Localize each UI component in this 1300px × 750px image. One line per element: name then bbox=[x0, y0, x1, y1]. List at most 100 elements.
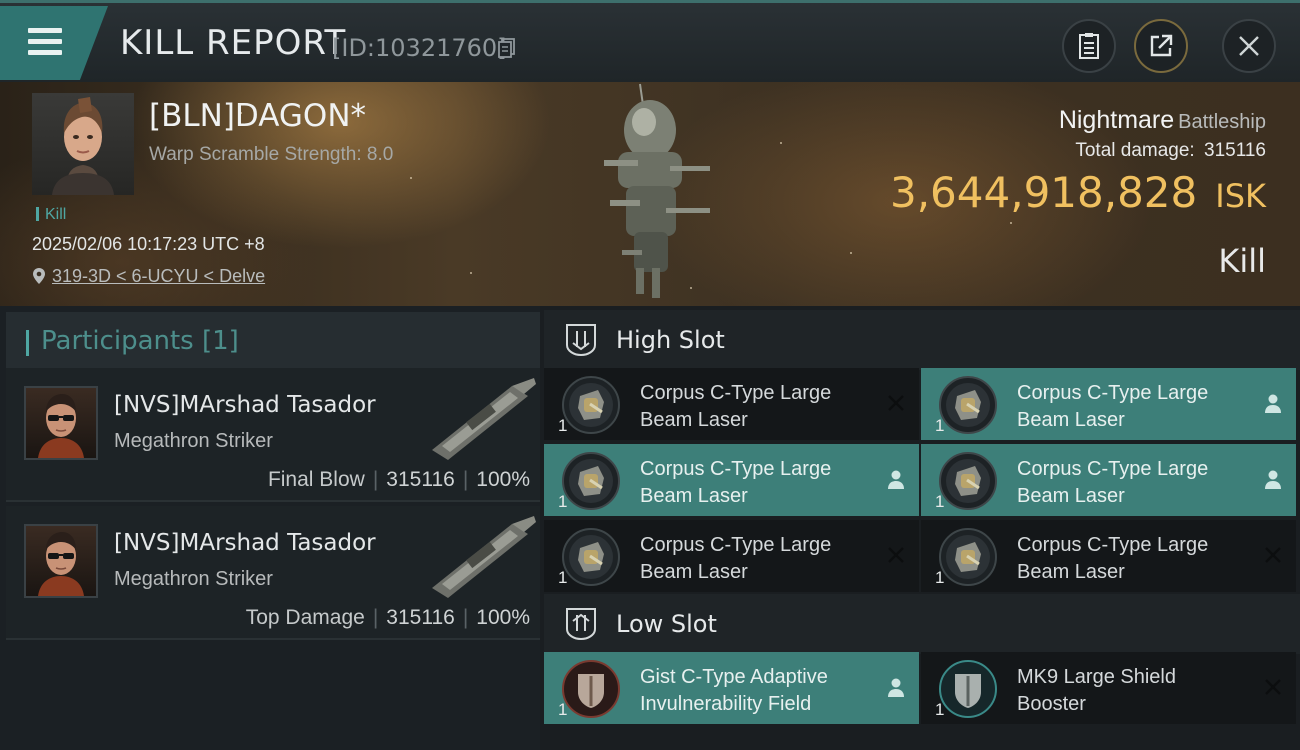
title-bar: KILL REPORT [ID:10321760] bbox=[0, 0, 1300, 82]
isk-unit: ISK bbox=[1215, 177, 1266, 215]
participant-percent: 100% bbox=[476, 606, 530, 629]
module-qty: 1 bbox=[935, 416, 945, 435]
report-id: [ID:10321760] bbox=[332, 34, 507, 62]
slot-icon bbox=[566, 324, 596, 357]
module-tile[interactable]: 1 Corpus C-Type Large Beam Laser bbox=[921, 444, 1296, 516]
weapon-icon bbox=[432, 516, 536, 598]
location-pin-icon bbox=[33, 268, 45, 284]
star bbox=[470, 272, 472, 274]
avatar bbox=[24, 386, 98, 460]
high-slot-header: High Slot bbox=[544, 310, 1300, 370]
kill-datetime: 2025/02/06 10:17:23 UTC +8 bbox=[32, 234, 265, 254]
person-icon bbox=[885, 676, 907, 698]
menu-icon bbox=[28, 28, 62, 33]
high-slot-title: High Slot bbox=[616, 326, 725, 354]
avatar bbox=[52, 97, 114, 195]
module-tile[interactable]: 1 Corpus C-Type Large Beam Laser bbox=[921, 520, 1296, 592]
clipboard-icon bbox=[1079, 33, 1099, 59]
module-tile[interactable]: 1 Gist C-Type Adaptive Invulnerability Fi… bbox=[544, 652, 919, 724]
module-icon bbox=[560, 450, 622, 512]
participant-stats: Top Damage | 315116 | 100% bbox=[246, 606, 530, 630]
person-icon bbox=[1262, 392, 1284, 414]
module-icon bbox=[937, 526, 999, 588]
module-qty: 1 bbox=[558, 416, 568, 435]
module-icon bbox=[560, 526, 622, 588]
x-icon bbox=[885, 392, 907, 414]
fitting-panel: High Slot Low Slot 1 Corpus C-Type Large … bbox=[540, 306, 1300, 750]
module-name: Corpus C-Type Large Beam Laser bbox=[1017, 382, 1209, 431]
module-icon bbox=[937, 450, 999, 512]
module-icon bbox=[560, 374, 622, 436]
participant-card[interactable]: [NVS]MArshad Tasador Megathron Striker T… bbox=[6, 506, 540, 640]
menu-button[interactable] bbox=[0, 6, 108, 80]
x-icon bbox=[1262, 676, 1284, 698]
module-tile[interactable]: 1 Corpus C-Type Large Beam Laser bbox=[544, 520, 919, 592]
module-qty: 1 bbox=[935, 492, 945, 511]
module-name: Corpus C-Type Large Beam Laser bbox=[640, 458, 832, 507]
result-label: Kill bbox=[1218, 242, 1266, 280]
victim-summary: [BLN]DAGON* Warp Scramble Strength: 8.0 … bbox=[0, 82, 1300, 306]
warp-scramble-strength: Warp Scramble Strength: 8.0 bbox=[149, 144, 394, 165]
participant-role: Final Blow bbox=[267, 468, 365, 491]
location-text: 319-3D < 6-UCYU < Delve bbox=[52, 266, 266, 286]
person-icon bbox=[885, 468, 907, 490]
participant-role: Top Damage bbox=[245, 606, 365, 629]
x-icon bbox=[885, 544, 907, 566]
separator: | bbox=[372, 468, 379, 491]
clipboard-button[interactable] bbox=[1062, 19, 1116, 73]
module-name: Gist C-Type Adaptive Invulnerability Fie… bbox=[640, 666, 828, 715]
star bbox=[780, 142, 782, 144]
page-title: KILL REPORT bbox=[120, 23, 347, 63]
ship-class: Battleship bbox=[1178, 111, 1266, 133]
module-qty: 1 bbox=[935, 568, 945, 587]
module-tile[interactable]: 1 MK9 Large Shield Booster bbox=[921, 652, 1296, 724]
star bbox=[410, 177, 412, 179]
copy-icon[interactable] bbox=[498, 38, 516, 58]
participant-card[interactable]: [NVS]MArshad Tasador Megathron Striker F… bbox=[6, 368, 540, 502]
ship-info: Nightmare Battleship bbox=[1059, 106, 1266, 135]
total-damage-value: 315116 bbox=[1204, 140, 1266, 161]
star bbox=[1010, 222, 1012, 224]
total-damage: Total damage: 315116 bbox=[1075, 140, 1266, 162]
module-name: Corpus C-Type Large Beam Laser bbox=[640, 382, 832, 431]
module-tile[interactable]: 1 Corpus C-Type Large Beam Laser bbox=[544, 444, 919, 516]
menu-icon-bar bbox=[28, 39, 62, 44]
module-icon bbox=[560, 658, 622, 720]
module-qty: 1 bbox=[558, 700, 568, 719]
menu-icon-bar bbox=[28, 50, 62, 55]
participants-title: Participants [1] bbox=[41, 326, 239, 356]
module-tile[interactable]: 1 Corpus C-Type Large Beam Laser bbox=[921, 368, 1296, 440]
participant-damage: 315116 bbox=[386, 468, 455, 491]
module-qty: 1 bbox=[558, 492, 568, 511]
close-button[interactable] bbox=[1222, 19, 1276, 73]
low-slot-header: Low Slot bbox=[544, 594, 1300, 654]
module-name: MK9 Large Shield Booster bbox=[1017, 666, 1176, 715]
avatar bbox=[24, 524, 98, 598]
isk-value-line: 3,644,918,828 ISK bbox=[890, 168, 1266, 217]
module-name: Corpus C-Type Large Beam Laser bbox=[1017, 534, 1209, 583]
participants-header: Participants [1] bbox=[6, 312, 540, 370]
participant-name: [NVS]MArshad Tasador bbox=[114, 392, 376, 418]
victim-portrait[interactable] bbox=[32, 93, 134, 195]
separator: | bbox=[462, 606, 469, 629]
ship-name[interactable]: Nightmare bbox=[1059, 106, 1174, 134]
share-button[interactable] bbox=[1134, 19, 1188, 73]
separator: | bbox=[372, 606, 379, 629]
isk-value: 3,644,918,828 bbox=[889, 168, 1198, 217]
kill-location-link[interactable]: 319-3D < 6-UCYU < Delve bbox=[32, 266, 265, 287]
close-icon bbox=[1239, 36, 1259, 56]
low-slot-title: Low Slot bbox=[616, 610, 717, 638]
module-icon bbox=[937, 374, 999, 436]
share-icon bbox=[1150, 34, 1173, 57]
total-damage-label: Total damage: bbox=[1075, 140, 1195, 161]
victim-name[interactable]: [BLN]DAGON* bbox=[149, 98, 366, 134]
kill-tag: Kill bbox=[36, 206, 66, 224]
module-name: Corpus C-Type Large Beam Laser bbox=[1017, 458, 1209, 507]
weapon-icon bbox=[432, 378, 536, 460]
separator: | bbox=[462, 468, 469, 491]
participant-ship: Megathron Striker bbox=[114, 568, 273, 590]
participants-panel: Participants [1] [NVS]MArshad Tasador Me… bbox=[0, 306, 540, 750]
ship-render bbox=[604, 83, 710, 298]
module-tile[interactable]: 1 Corpus C-Type Large Beam Laser bbox=[544, 368, 919, 440]
participant-percent: 100% bbox=[476, 468, 530, 491]
